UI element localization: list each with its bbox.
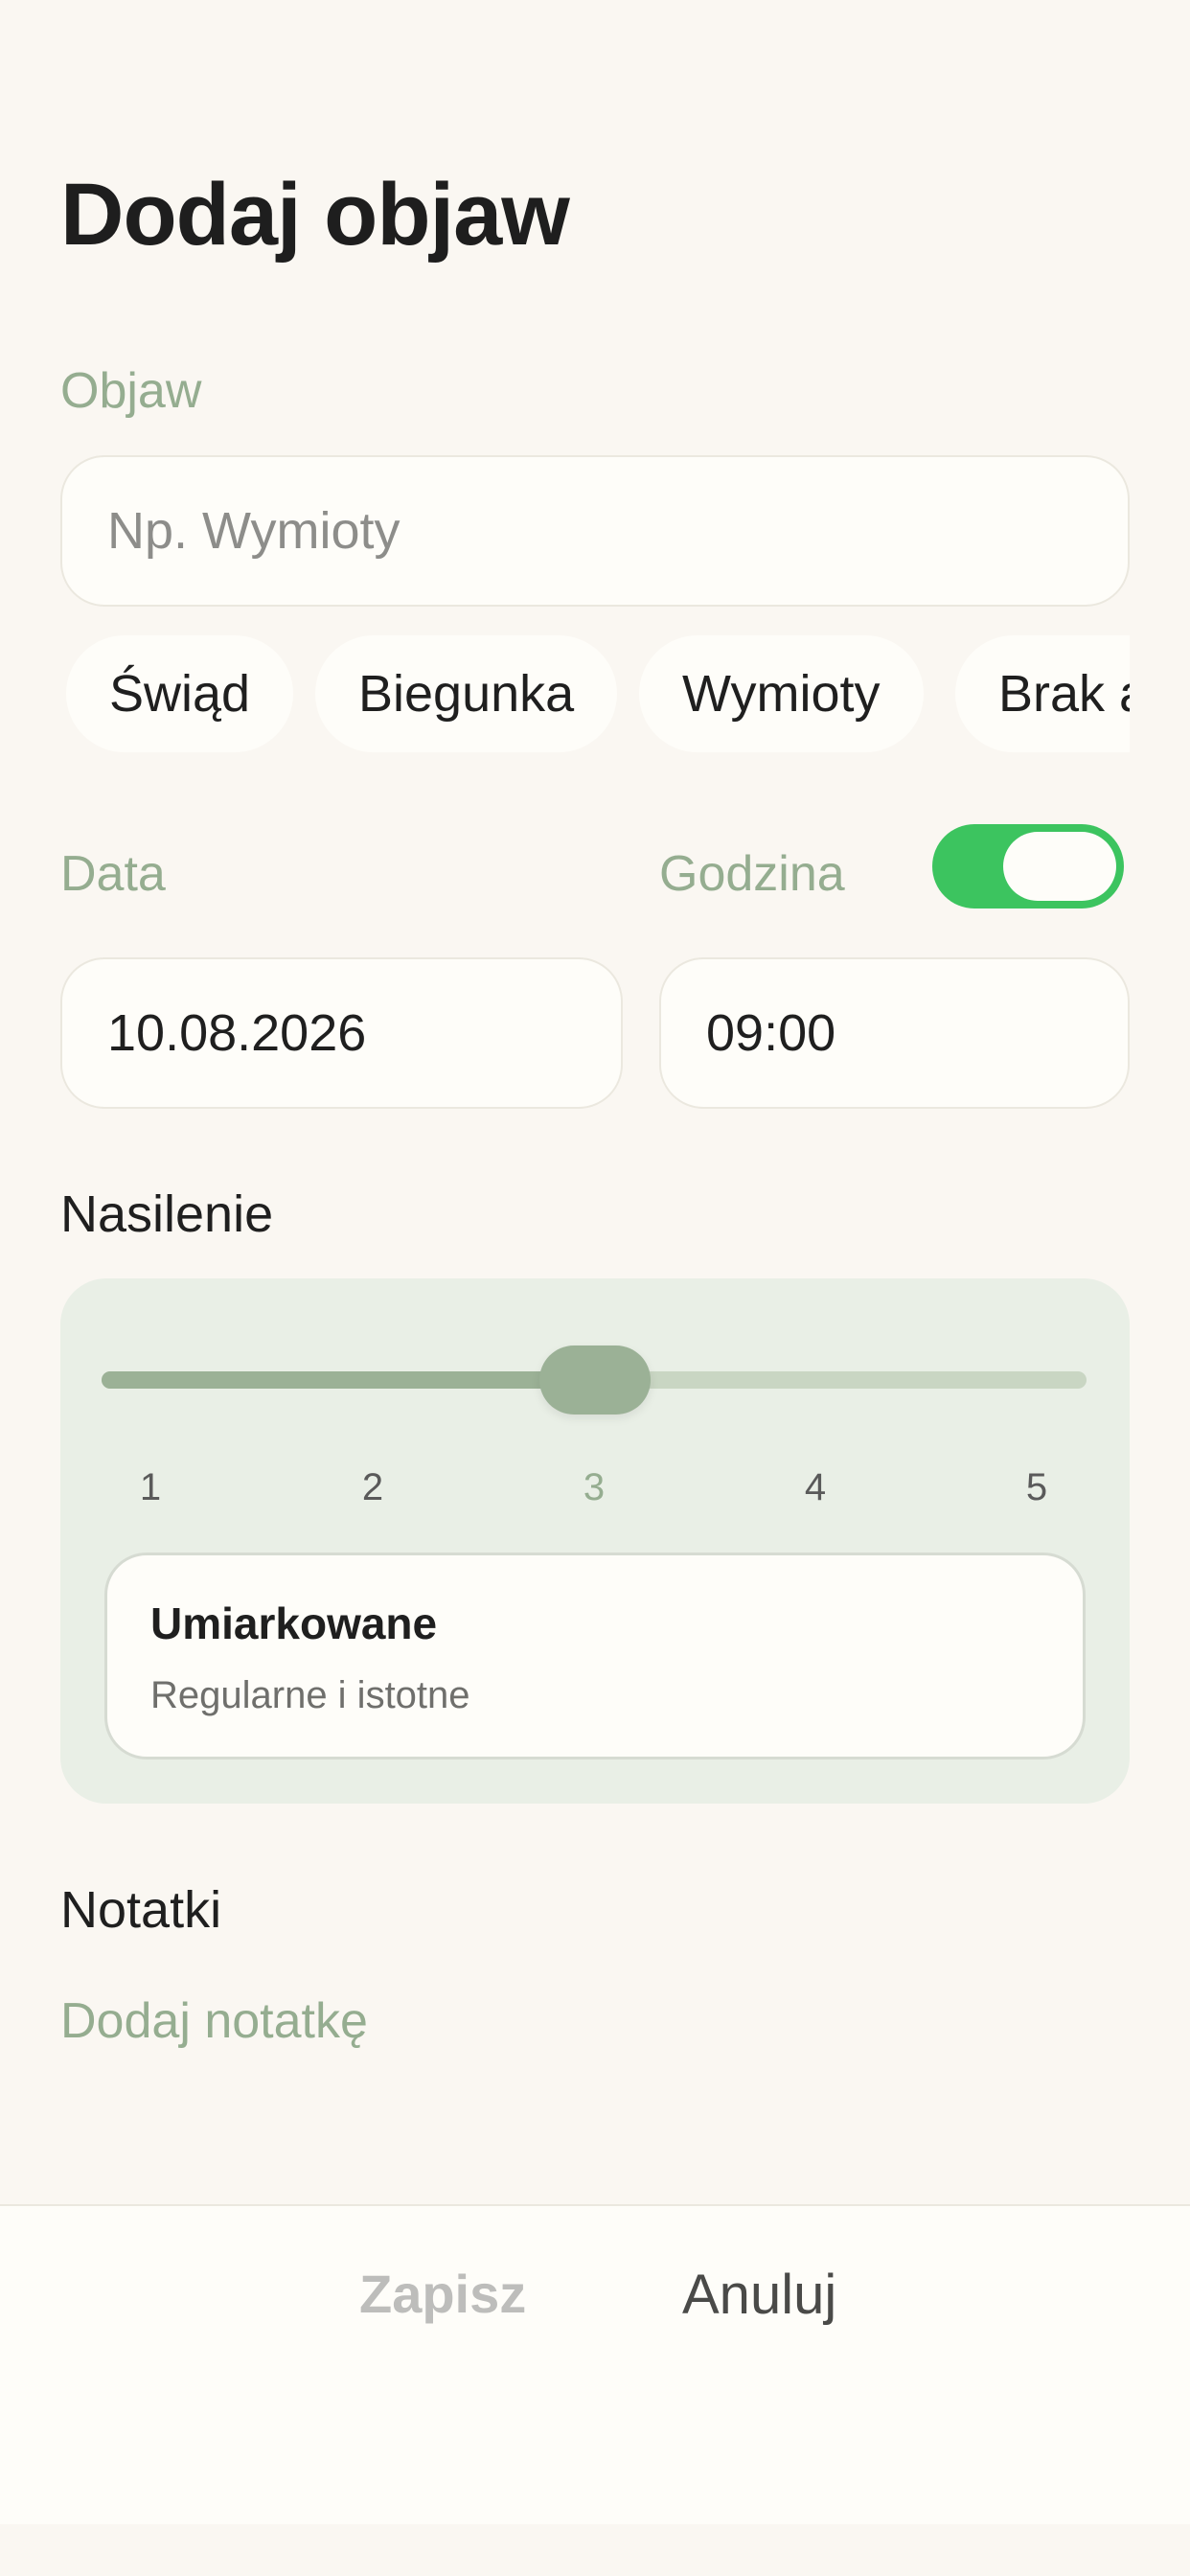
time-field[interactable]: 09:00 <box>659 957 1130 1109</box>
severity-level-description: Regularne i istotne <box>150 1674 470 1716</box>
severity-tick-4[interactable]: 4 <box>787 1468 844 1506</box>
severity-slider-thumb[interactable] <box>539 1346 651 1414</box>
severity-tick-3[interactable]: 3 <box>565 1468 623 1506</box>
date-value: 10.08.2026 <box>107 1004 367 1062</box>
severity-tick-1[interactable]: 1 <box>122 1468 179 1506</box>
chip-wymioty[interactable]: Wymioty <box>639 635 924 752</box>
date-field[interactable]: 10.08.2026 <box>60 957 623 1109</box>
chip-biegunka[interactable]: Biegunka <box>315 635 618 752</box>
severity-title: Nasilenie <box>60 1185 274 1243</box>
severity-level-title: Umiarkowane <box>150 1598 438 1648</box>
symptom-suggestions: Świąd Biegunka Wymioty Brak a <box>60 635 1130 752</box>
time-toggle[interactable] <box>932 824 1124 908</box>
chip-brak[interactable]: Brak a <box>955 635 1130 752</box>
severity-tick-5[interactable]: 5 <box>1008 1468 1065 1506</box>
toggle-knob <box>1003 832 1116 901</box>
page-title: Dodaj objaw <box>60 166 570 264</box>
chip-swiad[interactable]: Świąd <box>66 635 294 752</box>
time-value: 09:00 <box>706 1004 836 1062</box>
symptom-label: Objaw <box>60 363 202 419</box>
cancel-button[interactable]: Anuluj <box>682 2267 836 2323</box>
notes-title: Notatki <box>60 1881 222 1939</box>
save-button[interactable]: Zapisz <box>359 2267 526 2321</box>
severity-level-card: Umiarkowane Regularne i istotne <box>104 1552 1086 1760</box>
severity-tick-2[interactable]: 2 <box>344 1468 401 1506</box>
time-label: Godzina <box>659 846 845 902</box>
date-label: Data <box>60 846 166 902</box>
symptom-input[interactable]: Np. Wymioty <box>60 455 1130 607</box>
add-note-link[interactable]: Dodaj notatkę <box>60 1996 368 2046</box>
severity-slider-fill <box>102 1371 595 1389</box>
symptom-placeholder: Np. Wymioty <box>107 502 400 560</box>
bottom-action-bar <box>0 2204 1190 2524</box>
